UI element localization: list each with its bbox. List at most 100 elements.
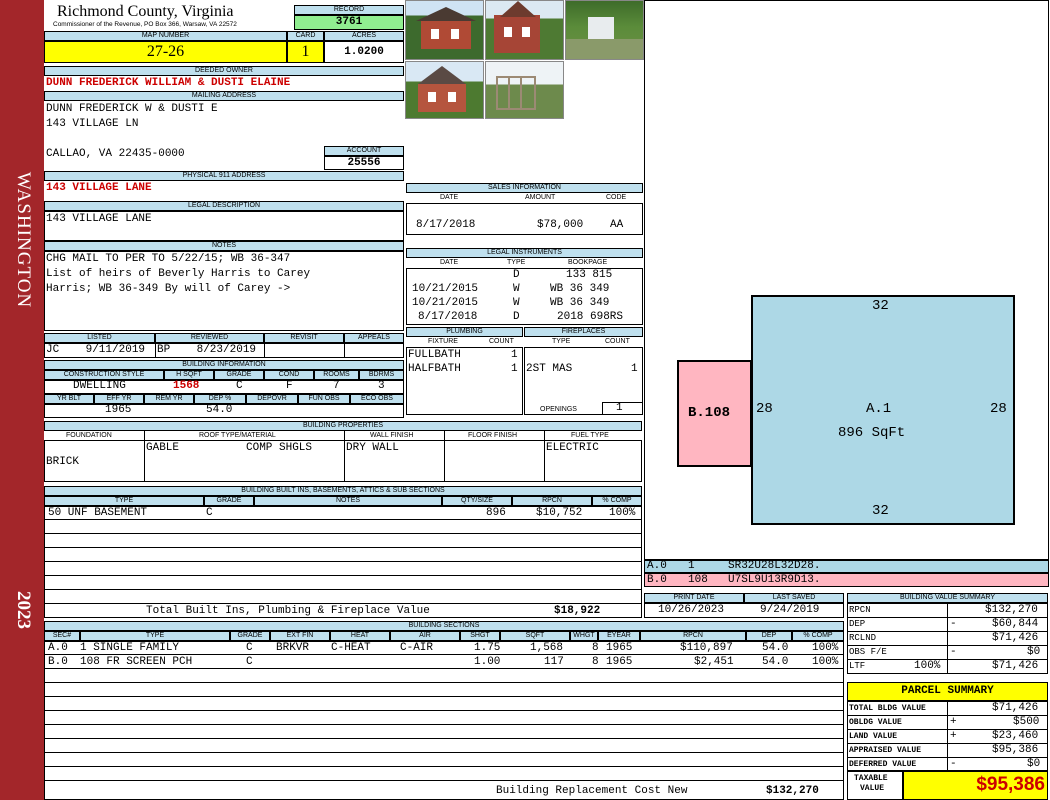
plumbing-fixture-header: FIXTURE [428,338,458,345]
house-photo-4 [405,61,484,119]
sec-row-2-shgt: 1.00 [474,656,501,668]
openings-value: 1 [616,402,623,414]
sec-eyear-header: EYEAR [598,631,640,641]
roof-type-value: GABLE [146,442,180,454]
reviewed-value: BP 8/23/2019 [157,344,257,356]
revisit-header: REVISIT [264,333,344,343]
physical-address-label: PHYSICAL 911 ADDRESS [44,171,404,181]
appeals-header: APPEALS [344,333,404,343]
sketch-bottom-dim: 32 [872,503,889,519]
bi-row-grade: C [206,507,213,519]
vs-obs-sign: - [950,646,957,658]
vs-ltf-pct: 100% [914,660,941,672]
construction-style-header: CONSTRUCTION STYLE [44,370,164,380]
sketch-code-b-3: U7SL9U13R9D13. [728,574,821,586]
ps-deferred-sign: - [950,758,957,770]
legal-instruments-label: LEGAL INSTRUMENTS [406,248,643,258]
sec-type-header: TYPE [80,631,230,641]
sales-code-header: CODE [606,194,627,201]
card-label: CARD [287,31,324,41]
last-saved-label: LAST SAVED [744,593,844,603]
legal-description: 143 VILLAGE LANE [46,213,152,225]
plumbing-label: PLUMBING [406,327,523,337]
sec-whgt-header: WHGT [570,631,598,641]
cond-header: COND [264,370,314,380]
parcel-summary-label: PARCEL SUMMARY [847,682,1048,701]
sec-row-2-comp: 100% [812,656,839,668]
fuel-header: FUEL TYPE [571,432,609,439]
bdrms-value: 3 [378,380,385,392]
sec-air-header: AIR [390,631,460,641]
ps-land-label: LAND VALUE [849,732,898,741]
built-ins-box [44,506,642,618]
vs-rclnd-value: $71,426 [992,632,1039,644]
legal-description-label: LEGAL DESCRIPTION [44,201,404,211]
sketch-code-b-2: 108 [688,574,708,586]
plumbing-row-1-count: 1 [511,349,518,361]
sec-row-1-whgt: 8 [592,642,599,654]
plumbing-row-2: HALFBATH [408,363,461,375]
sec-row-1-rpcn: $110,897 [680,642,733,654]
li-row-4-book: 2018 698RS [557,311,624,323]
openings-label: OPENINGS [540,406,577,413]
plumbing-count-header: COUNT [489,338,514,345]
li-row-3-type: W [513,297,520,309]
sec-row-1-eyear: 1965 [606,642,633,654]
li-row-3-date: 10/21/2015 [412,297,479,309]
bi-type-header: TYPE [44,496,204,506]
sales-date-header: DATE [440,194,459,201]
vs-rpcn-label: RPCN [849,605,871,615]
ps-obldg-sign: + [950,716,957,728]
deeded-owner-label: DEEDED OWNER [44,66,404,76]
bi-qty-header: QTY/SIZE [442,496,512,506]
ps-obldg-value: $500 [1013,716,1040,728]
record-label: RECORD [294,5,404,15]
listed-value: JC 9/11/2019 [46,344,146,356]
rooms-value: 7 [333,380,340,392]
mailing-line-2: 143 VILLAGE LN [46,118,139,130]
sketch-left-dim: 28 [756,401,773,417]
vs-ltf-label: LTF [849,661,866,671]
sec-row-1-sec: A.0 [48,642,68,654]
vs-dep-sign: - [950,618,957,630]
li-row-1-book: 133 815 [566,269,613,281]
notes-line-2: List of heirs of Beverly Harris to Carey [46,268,311,280]
li-date-header: DATE [440,259,459,266]
house-photo-3 [565,0,644,60]
sec-row-1-shgt: 1.75 [474,642,501,654]
li-row-3-book: WB 36 349 [550,297,610,309]
acres-label: ACRES [324,31,404,41]
vs-rpcn-value: $132,270 [985,604,1038,616]
house-photo-1 [405,0,484,60]
sec-row-2-eyear: 1965 [606,656,633,668]
sec-row-2-rpcn: $2,451 [694,656,734,668]
grade-value: C [236,380,243,392]
notes-line-3: Harris; WB 36-349 By will of Carey -> [46,283,291,295]
sec-heat-header: HEAT [330,631,390,641]
li-row-1-type: D [513,269,520,281]
plumbing-row-2-count: 1 [511,363,518,375]
sec-row-1-type: 1 SINGLE FAMILY [80,642,180,654]
bi-rpcn-header: RPCN [512,496,592,506]
built-ins-total-label: Total Built Ins, Plumbing & Fireplace Va… [146,605,430,617]
side-name: WASHINGTON [13,171,34,309]
fireplace-row-1-count: 1 [631,363,638,375]
li-row-2-date: 10/21/2015 [412,283,479,295]
mailing-line-3: CALLAO, VA 22435-0000 [46,148,185,160]
sec-header: SEC# [44,631,80,641]
card-number: 1 [287,41,324,63]
value-summary-label: BUILDING VALUE SUMMARY [847,593,1048,603]
fireplace-type-header: TYPE [552,338,571,345]
dep-value: 54.0 [206,404,233,416]
record-value: 3761 [294,15,404,30]
reviewed-header: REVIEWED [155,333,264,343]
funobs-header: FUN OBS [298,394,350,404]
ecoobs-header: ECO OBS [350,394,404,404]
dep-header: DEP % [194,394,246,404]
li-row-4-date: 8/17/2018 [418,311,478,323]
bi-row-comp: 100% [609,507,636,519]
brcn-value: $132,270 [766,785,819,797]
sales-amount: $78,000 [537,219,584,231]
mailing-line-1: DUNN FREDERICK W & DUSTI E [46,103,218,115]
built-ins-label: BUILDING BUILT INS, BASEMENTS, ATTICS & … [44,486,642,496]
